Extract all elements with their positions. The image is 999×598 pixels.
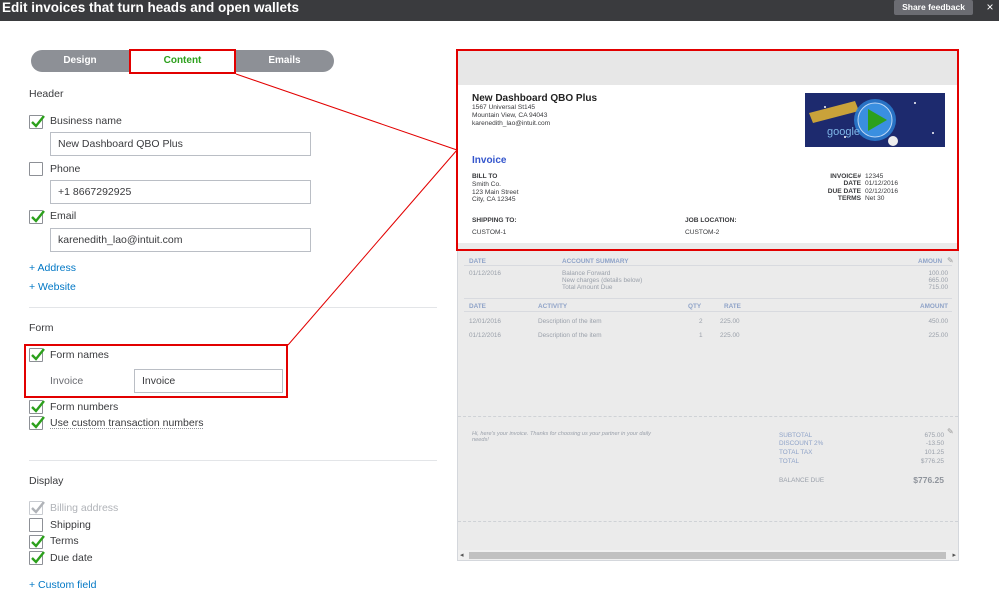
phone-input[interactable]: +1 8667292925 xyxy=(50,180,311,204)
section-divider xyxy=(29,460,437,461)
page-title: Edit invoices that turn heads and open w… xyxy=(2,0,300,15)
checkmark-icon xyxy=(31,210,45,223)
horizontal-scrollbar[interactable]: ◂ ▸ xyxy=(458,550,958,560)
business-name-label: Business name xyxy=(50,115,122,127)
activity-qty: 2 xyxy=(699,318,703,325)
checkmark-icon xyxy=(31,551,45,564)
billing-address-label: Billing address xyxy=(50,502,119,514)
add-website-link[interactable]: + Website xyxy=(29,281,76,293)
activity-header: RATE xyxy=(724,303,741,310)
checkmark-icon xyxy=(31,115,45,128)
close-icon[interactable]: × xyxy=(983,0,997,15)
activity-desc: Description of the item xyxy=(538,332,602,339)
totals-value: -13.50 xyxy=(925,440,944,447)
form-names-highlight xyxy=(24,344,288,398)
activity-rate: 225.00 xyxy=(720,332,740,339)
activity-amount: 225.00 xyxy=(928,332,948,339)
custom-numbers-label[interactable]: Use custom transaction numbers xyxy=(50,417,203,429)
activity-header: ACTIVITY xyxy=(538,303,568,310)
checkmark-icon xyxy=(31,400,45,413)
share-feedback-button[interactable]: Share feedback xyxy=(894,0,973,15)
form-numbers-label: Form numbers xyxy=(50,401,119,413)
terms-label: Terms xyxy=(50,535,79,547)
totals-label: DISCOUNT 2% xyxy=(779,440,824,447)
summary-line: Total Amount Due xyxy=(562,284,613,291)
totals-value: $776.25 xyxy=(920,458,944,465)
scrollbar-thumb[interactable] xyxy=(469,552,946,559)
activity-desc: Description of the item xyxy=(538,318,602,325)
tab-emails[interactable]: Emails xyxy=(235,50,334,72)
summary-header: AMOUN xyxy=(918,258,943,265)
totals-label: TOTAL xyxy=(779,458,800,465)
totals-label: TOTAL TAX xyxy=(779,449,813,456)
phone-label: Phone xyxy=(50,163,81,175)
form-section-title: Form xyxy=(29,322,54,334)
footer-bottom-divider xyxy=(458,521,958,522)
due-date-label: Due date xyxy=(50,552,93,564)
footer-message: Hi, here's your invoice. Thanks for choo… xyxy=(472,431,651,443)
email-label: Email xyxy=(50,210,77,222)
edit-pencil-icon[interactable]: ✎ xyxy=(947,427,954,436)
tab-design[interactable]: Design xyxy=(31,50,129,72)
email-checkbox[interactable] xyxy=(29,210,45,224)
phone-checkbox[interactable] xyxy=(29,162,43,176)
activity-header: AMOUNT xyxy=(919,303,948,310)
section-divider xyxy=(29,307,437,308)
form-numbers-checkbox[interactable] xyxy=(29,400,45,414)
custom-numbers-checkbox[interactable] xyxy=(29,416,45,430)
summary-date: 01/12/2016 xyxy=(469,270,501,277)
activity-date: 12/01/2016 xyxy=(469,318,501,325)
title-bar: Edit invoices that turn heads and open w… xyxy=(0,0,999,21)
scroll-left-icon[interactable]: ◂ xyxy=(460,550,464,560)
activity-amount: 450.00 xyxy=(928,318,948,325)
display-section-title: Display xyxy=(29,475,64,487)
summary-line: Balance Forward xyxy=(562,270,611,277)
checkmark-icon xyxy=(31,535,45,548)
content-tab-highlight xyxy=(129,49,236,74)
checkmark-icon xyxy=(31,416,45,429)
activity-date: 01/12/2016 xyxy=(469,332,501,339)
due-date-checkbox[interactable] xyxy=(29,551,45,565)
billing-address-checkbox xyxy=(29,501,45,515)
preview-header-highlight xyxy=(456,49,959,251)
summary-divider xyxy=(464,265,952,266)
business-name-checkbox[interactable] xyxy=(29,115,45,129)
shipping-checkbox[interactable] xyxy=(29,518,43,532)
summary-header: ACCOUNT SUMMARY xyxy=(562,258,629,265)
email-input[interactable]: karenedith_lao@intuit.com xyxy=(50,228,311,252)
summary-amount: 715.00 xyxy=(928,284,948,291)
activity-header: DATE xyxy=(469,303,486,310)
terms-checkbox[interactable] xyxy=(29,535,45,549)
activity-rate: 225.00 xyxy=(720,318,740,325)
totals-value: 675.00 xyxy=(924,432,944,439)
header-section-title: Header xyxy=(29,88,64,100)
footer-divider xyxy=(458,416,958,417)
balance-due-value: $776.25 xyxy=(913,475,944,485)
summary-line: New charges (details below) xyxy=(562,277,643,284)
shipping-label: Shipping xyxy=(50,519,91,531)
balance-due-label: BALANCE DUE xyxy=(779,477,825,484)
checkmark-icon xyxy=(31,501,45,514)
totals-value: 101.25 xyxy=(924,449,944,456)
business-name-input[interactable]: New Dashboard QBO Plus xyxy=(50,132,311,156)
add-address-link[interactable]: + Address xyxy=(29,262,76,274)
edit-pencil-icon[interactable]: ✎ xyxy=(947,256,954,265)
activity-divider xyxy=(464,311,952,312)
summary-amount: 100.00 xyxy=(928,270,948,277)
scroll-right-icon[interactable]: ▸ xyxy=(952,550,956,560)
add-custom-field-link[interactable]: + Custom field xyxy=(29,579,96,591)
activity-header: QTY xyxy=(688,303,702,310)
totals-label: SUBTOTAL xyxy=(779,432,813,439)
activity-divider xyxy=(464,298,952,299)
summary-amount: 665.00 xyxy=(928,277,948,284)
summary-header: DATE xyxy=(469,258,486,265)
activity-qty: 1 xyxy=(699,332,703,339)
